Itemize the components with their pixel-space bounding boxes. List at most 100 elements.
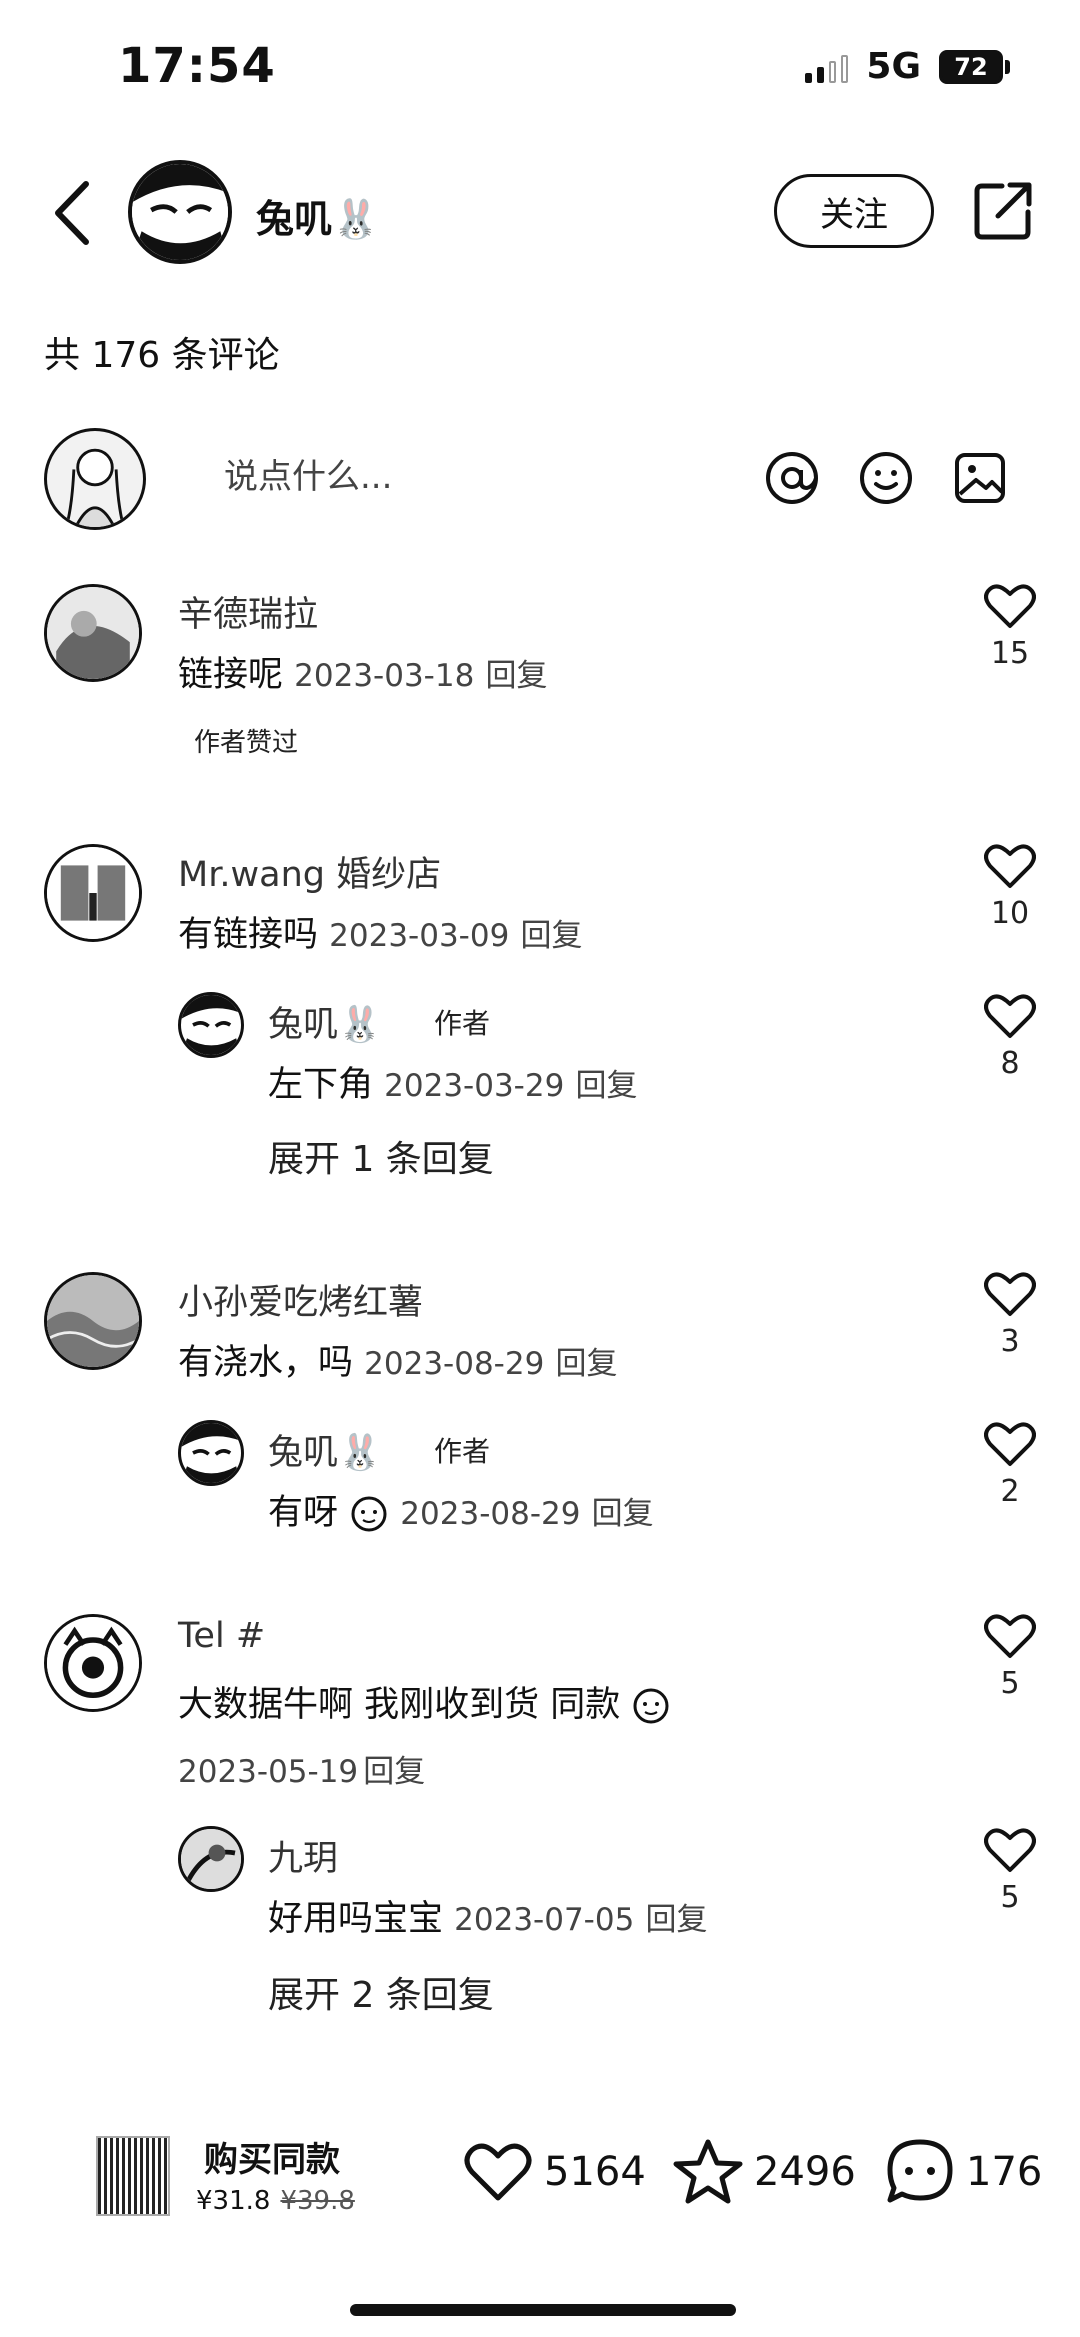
commenter-name[interactable]: 小孙爱吃烤红薯: [178, 1274, 423, 1325]
expand-replies[interactable]: 展开 1 条回复: [268, 1130, 494, 1182]
back-button[interactable]: [48, 178, 98, 248]
my-avatar: [44, 428, 146, 530]
comment-date: 2023-08-29: [400, 1496, 581, 1532]
heart-icon: [984, 1422, 1036, 1466]
reply-link[interactable]: 回复: [575, 1068, 637, 1104]
like-count: 8: [1000, 1046, 1020, 1081]
like-count: 5: [1000, 1666, 1020, 1701]
comment-text: 有链接吗 2023-03-09 回复: [178, 915, 583, 955]
commenter-avatar[interactable]: [44, 1272, 142, 1370]
commenter-avatar[interactable]: [44, 844, 142, 942]
like-button[interactable]: 10: [970, 842, 1050, 931]
share-button[interactable]: [972, 180, 1034, 242]
comment-input[interactable]: [200, 446, 768, 508]
reply-text: 有呀 2023-08-29 回复: [268, 1493, 654, 1533]
smiley-icon: [860, 452, 912, 504]
product-price: ¥31.8 ¥39.8: [196, 2186, 355, 2216]
buy-same-button[interactable]: 购买同款: [204, 2132, 340, 2181]
collect-button[interactable]: 2496: [672, 2136, 856, 2208]
comment-button[interactable]: 176: [884, 2136, 1042, 2208]
heart-icon: [984, 1614, 1036, 1658]
comment-date: 2023-03-29: [384, 1068, 565, 1104]
comment-text: 链接呢 2023-03-18 回复: [178, 655, 548, 695]
commenter-name[interactable]: Mr.wang 婚纱店: [178, 846, 441, 897]
mention-button[interactable]: [762, 448, 822, 508]
heart-icon: [464, 2143, 532, 2201]
reply-author-avatar[interactable]: [178, 1826, 244, 1892]
battery-level: 72: [939, 49, 1003, 84]
comment-date: 2023-03-09: [329, 918, 510, 954]
author-tag: 作者: [434, 1007, 491, 1040]
commenter-avatar[interactable]: [44, 584, 142, 682]
chat-bubble-icon: [887, 2139, 953, 2203]
reply-author-avatar[interactable]: [178, 1420, 244, 1486]
follow-button[interactable]: 关注: [774, 174, 934, 248]
author-liked-badge: 作者赞过: [194, 728, 299, 758]
like-button[interactable]: 5: [970, 1826, 1050, 1915]
comment-date: 2023-03-18: [294, 658, 475, 694]
like-count: 10: [990, 896, 1030, 931]
image-icon: [955, 453, 1005, 503]
status-time: 17:54: [118, 38, 276, 94]
comment-date: 2023-07-05: [454, 1902, 635, 1938]
like-button[interactable]: 5: [970, 1612, 1050, 1701]
comment-total: 176: [966, 2149, 1043, 2195]
like-button[interactable]: 15: [970, 582, 1050, 671]
commenter-name[interactable]: Tel #: [178, 1616, 265, 1656]
reply-text: 好用吗宝宝 2023-07-05 回复: [268, 1899, 708, 1939]
reply-author-avatar[interactable]: [178, 992, 244, 1058]
heart-icon: [984, 994, 1036, 1038]
chevron-left-icon: [55, 181, 89, 245]
like-button[interactable]: 2: [970, 1420, 1050, 1509]
reply-author-name[interactable]: 兔叽🐰: [268, 1424, 382, 1475]
signal-icon: [805, 51, 849, 83]
heart-icon: [984, 584, 1036, 628]
reply-link[interactable]: 回复: [555, 1346, 617, 1382]
author-avatar[interactable]: [128, 160, 232, 264]
like-count: 3: [1000, 1324, 1020, 1359]
collect-total: 2496: [754, 2149, 856, 2195]
heart-icon: [984, 844, 1036, 888]
commenter-avatar[interactable]: [44, 1614, 142, 1712]
like-post-button[interactable]: 5164: [462, 2136, 646, 2208]
network-label: 5G: [866, 46, 921, 87]
reply-link[interactable]: 回复: [485, 658, 547, 694]
status-indicators: 5G 72: [805, 46, 1010, 87]
comment-meta: 2023-05-19 回复: [178, 1746, 425, 1791]
reply-link[interactable]: 回复: [363, 1754, 425, 1790]
heart-icon: [984, 1272, 1036, 1316]
star-icon: [673, 2139, 743, 2204]
heart-icon: [984, 1828, 1036, 1872]
reply-link[interactable]: 回复: [520, 918, 582, 954]
comment-date: 2023-08-29: [364, 1346, 545, 1382]
comment-text: 大数据牛啊 我刚收到货 同款: [178, 1676, 671, 1727]
at-icon: [766, 452, 818, 504]
reply-link[interactable]: 回复: [645, 1902, 707, 1938]
author-tag: 作者: [434, 1435, 491, 1468]
product-thumbnail[interactable]: [96, 2136, 170, 2216]
comment-count: 共 176 条评论: [44, 335, 280, 376]
image-button[interactable]: [950, 448, 1010, 508]
reply-author-name[interactable]: 九玥: [268, 1830, 338, 1881]
like-count: 15: [990, 636, 1030, 671]
like-count: 5: [1000, 1880, 1020, 1915]
reply-text: 左下角 2023-03-29 回复: [268, 1065, 638, 1105]
expand-replies[interactable]: 展开 2 条回复: [268, 1966, 494, 2018]
like-count: 2: [1000, 1474, 1020, 1509]
current-price: ¥31.8: [196, 2186, 271, 2216]
original-price: ¥39.8: [280, 2186, 355, 2216]
share-icon: [974, 182, 1032, 240]
like-total: 5164: [544, 2149, 646, 2195]
emoji-button[interactable]: [856, 448, 916, 508]
comment-text: 有浇水，吗 2023-08-29 回复: [178, 1343, 618, 1383]
battery-icon: 72: [939, 49, 1010, 84]
reply-author-name[interactable]: 兔叽🐰: [268, 996, 382, 1047]
like-button[interactable]: 3: [970, 1270, 1050, 1359]
author-name[interactable]: 兔叽🐰: [256, 188, 379, 243]
like-button[interactable]: 8: [970, 992, 1050, 1081]
cute-emoji-icon: [351, 1496, 387, 1532]
home-indicator[interactable]: [350, 2304, 736, 2316]
commenter-name[interactable]: 辛德瑞拉: [178, 586, 318, 637]
comment-date: 2023-05-19: [178, 1754, 359, 1790]
reply-link[interactable]: 回复: [592, 1496, 654, 1532]
